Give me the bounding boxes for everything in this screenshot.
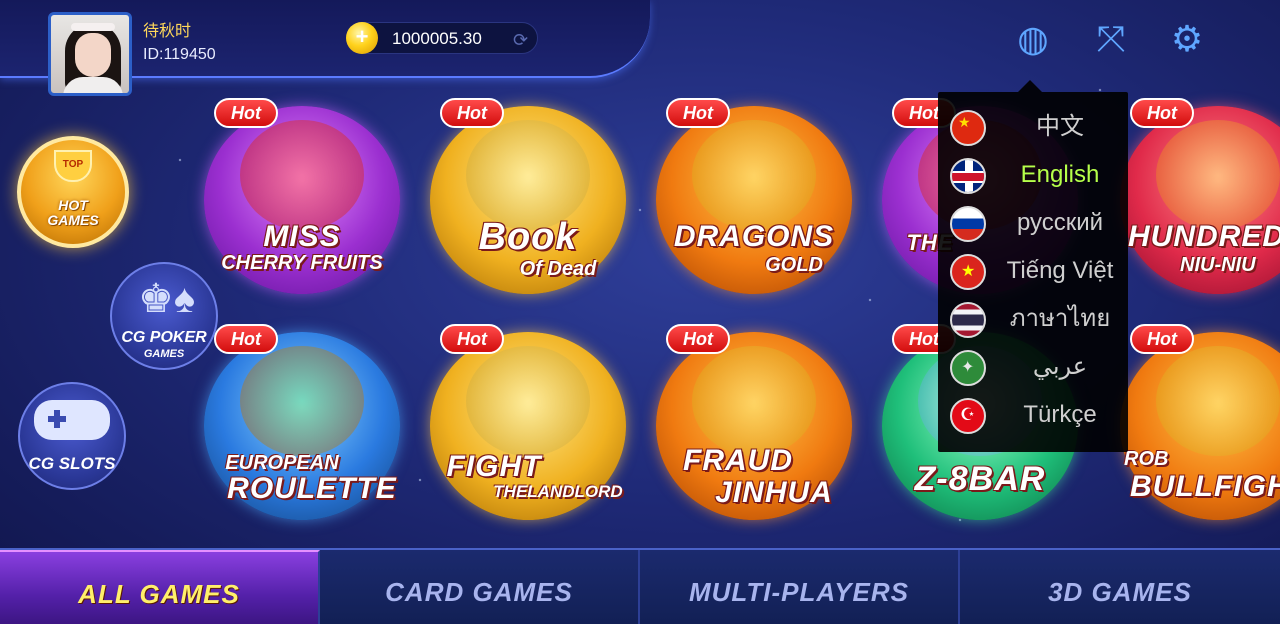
game-art bbox=[240, 346, 364, 456]
avatar[interactable] bbox=[48, 12, 132, 96]
game-art bbox=[240, 120, 364, 230]
game-title: HUNDRED bbox=[1128, 220, 1280, 253]
refresh-icon[interactable]: ⟳ bbox=[513, 30, 528, 51]
gamepad-icon bbox=[34, 400, 110, 440]
language-label: ภาษาไทย bbox=[1009, 305, 1111, 332]
uk-flag-icon bbox=[950, 158, 986, 194]
cg-poker-title: CG POKER bbox=[121, 329, 207, 346]
game-art bbox=[692, 346, 816, 456]
game-title: ROB bbox=[1124, 448, 1169, 470]
chess-card-icon: ♚♠ bbox=[138, 277, 196, 321]
game-tile-miss-cherry-fruits[interactable]: Hot MISS CHERRY FRUITS bbox=[204, 98, 400, 294]
language-label: عربي bbox=[1032, 353, 1088, 380]
game-title: DRAGONS bbox=[673, 220, 835, 253]
globe-icon[interactable]: ◍ bbox=[1012, 18, 1054, 60]
top-bar: 待秋时 ID:119450 + 1000005.30 ⟳ ◍ ⤧ ⚙ bbox=[0, 0, 1280, 96]
fullscreen-icon[interactable]: ⤧ bbox=[1090, 18, 1132, 60]
hot-badge: Hot bbox=[440, 324, 504, 354]
cg-slots-label: CG SLOTS bbox=[28, 454, 116, 473]
hot-badge: Hot bbox=[666, 98, 730, 128]
game-tile-rob-bullfight[interactable]: Hot ROB BULLFIGHT bbox=[1120, 324, 1280, 520]
hot-badge: Hot bbox=[214, 324, 278, 354]
game-subtitle: THELANDLORD bbox=[493, 482, 623, 501]
hot-badge: Hot bbox=[214, 98, 278, 128]
game-title: FIGHT bbox=[446, 450, 542, 483]
hot-badge: Hot bbox=[440, 98, 504, 128]
hot-games-label-line2: GAMES bbox=[47, 212, 99, 228]
language-option-vietnamese[interactable]: Tiếng Việt bbox=[938, 248, 1128, 294]
balance-value: 1000005.30 bbox=[392, 29, 482, 48]
hot-games-button[interactable]: TOP HOT GAMES bbox=[17, 136, 129, 248]
game-subtitle: Of Dead bbox=[519, 258, 597, 280]
gear-icon[interactable]: ⚙ bbox=[1166, 18, 1208, 60]
language-label: Tiếng Việt bbox=[1006, 257, 1114, 284]
game-tile-hundred-niu-niu[interactable]: Hot HUNDRED NIU-NIU bbox=[1120, 98, 1280, 294]
user-id: ID:119450 bbox=[143, 46, 216, 63]
user-name: 待秋时 bbox=[143, 23, 192, 40]
language-option-english[interactable]: English bbox=[938, 152, 1128, 198]
language-label: русский bbox=[1016, 209, 1104, 236]
category-tabbar: ALL GAMES CARD GAMES MULTI-PLAYERS GAMES… bbox=[0, 548, 1280, 624]
china-flag-icon bbox=[950, 110, 986, 146]
avatar-face bbox=[75, 33, 111, 77]
avatar-body bbox=[63, 77, 123, 93]
game-subtitle: BULLFIGHT bbox=[1130, 470, 1280, 503]
game-tile-fraud-jinhua[interactable]: Hot FRAUD JINHUA bbox=[656, 324, 852, 520]
game-title: FRAUD bbox=[683, 444, 793, 477]
game-tile-dragons-gold[interactable]: Hot DRAGONS GOLD bbox=[656, 98, 852, 294]
language-option-turkish[interactable]: Türkçe bbox=[938, 392, 1128, 438]
avatar-headband bbox=[71, 23, 115, 31]
game-subtitle: JINHUA bbox=[715, 476, 833, 509]
language-option-arabic[interactable]: عربي bbox=[938, 344, 1128, 390]
vietnam-flag-icon bbox=[950, 254, 986, 290]
hot-badge: Hot bbox=[666, 324, 730, 354]
game-tile-fight-the-landlord[interactable]: Hot FIGHT THELANDLORD bbox=[430, 324, 626, 520]
tab-all-games[interactable]: ALL GAMES bbox=[0, 550, 320, 624]
game-art bbox=[466, 120, 590, 230]
game-subtitle: NIU-NIU bbox=[1180, 254, 1256, 276]
thailand-flag-icon bbox=[950, 302, 986, 338]
language-dropdown-caret bbox=[1018, 80, 1042, 92]
game-art bbox=[692, 120, 816, 230]
russia-flag-icon bbox=[950, 206, 986, 242]
game-title: MISS bbox=[263, 220, 341, 253]
game-art bbox=[1156, 120, 1280, 230]
hot-badge: Hot bbox=[1130, 324, 1194, 354]
tab-card-games[interactable]: CARD GAMES bbox=[320, 550, 640, 624]
language-option-chinese[interactable]: 中文 bbox=[938, 104, 1128, 150]
cg-slots-button[interactable]: CG SLOTS bbox=[18, 382, 126, 490]
coin-add-icon[interactable]: + bbox=[346, 22, 378, 54]
arabic-flag-icon bbox=[950, 350, 986, 386]
game-art bbox=[466, 346, 590, 456]
trophy-icon: TOP bbox=[54, 150, 92, 182]
cg-poker-label: CG POKER GAMES bbox=[112, 330, 216, 362]
language-option-russian[interactable]: русский bbox=[938, 200, 1128, 246]
turkey-flag-icon bbox=[950, 398, 986, 434]
hot-games-label-line1: HOT bbox=[58, 197, 88, 213]
game-tile-book-of-dead[interactable]: Hot Book Of Dead bbox=[430, 98, 626, 294]
game-art bbox=[1156, 346, 1280, 456]
game-subtitle: ROULETTE bbox=[227, 472, 397, 505]
language-label-selected: English bbox=[1020, 161, 1100, 188]
game-title: Book bbox=[478, 216, 578, 258]
language-dropdown: 中文 English русский Tiếng Việt ภาษาไทย عر… bbox=[938, 92, 1128, 452]
game-subtitle: CHERRY FRUITS bbox=[221, 252, 383, 274]
cg-poker-sub: GAMES bbox=[143, 348, 185, 360]
language-label: 中文 bbox=[1036, 113, 1084, 140]
game-title: Z-8BAR bbox=[914, 460, 1046, 498]
game-tile-european-roulette[interactable]: Hot EUROPEAN ROULETTE bbox=[204, 324, 400, 520]
language-option-thai[interactable]: ภาษาไทย bbox=[938, 296, 1128, 342]
tab-3d-games[interactable]: 3D GAMES bbox=[960, 550, 1280, 624]
tab-multi-players-games[interactable]: MULTI-PLAYERS GAMES bbox=[640, 550, 960, 624]
hot-badge: Hot bbox=[1130, 98, 1194, 128]
cg-poker-button[interactable]: ♚♠ CG POKER GAMES bbox=[110, 262, 218, 370]
language-label: Türkçe bbox=[1023, 401, 1097, 428]
hot-games-label: HOT GAMES bbox=[21, 198, 125, 228]
